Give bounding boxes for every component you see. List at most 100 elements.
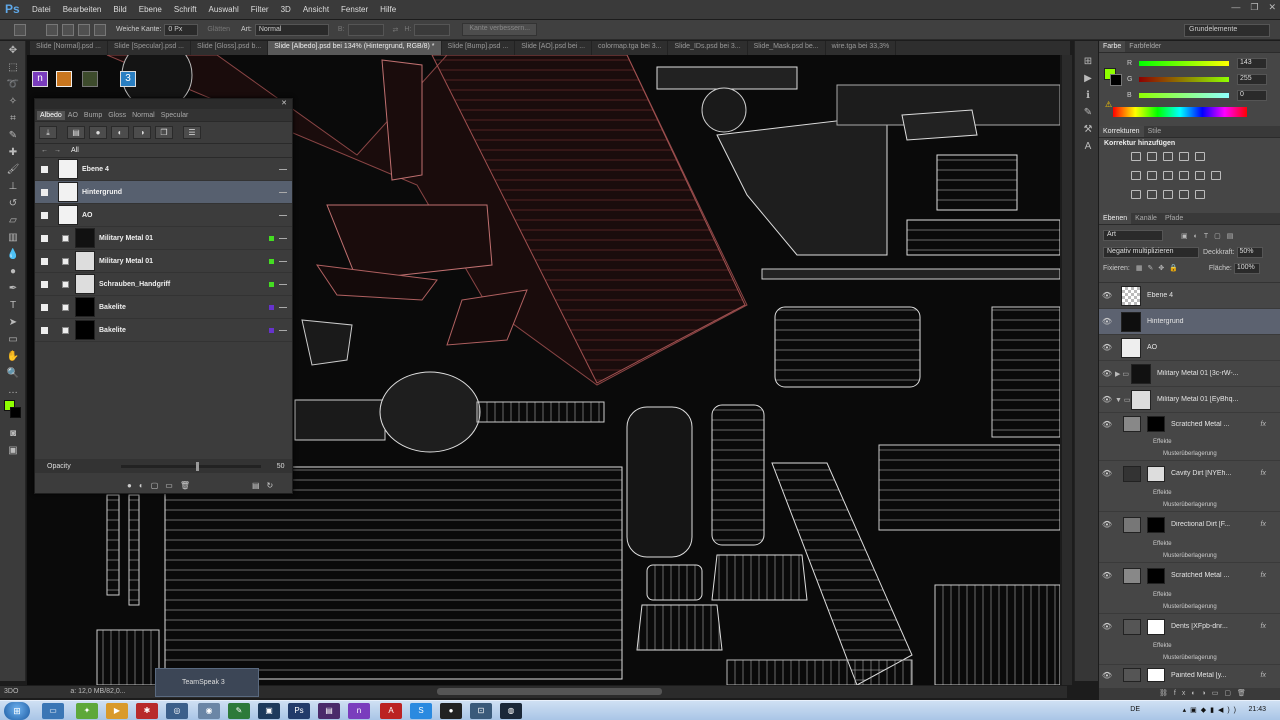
more-tools-icon[interactable]: … <box>5 384 21 398</box>
green-gradient[interactable] <box>1139 76 1229 82</box>
layer-fill-input[interactable]: 100% <box>1233 262 1260 274</box>
actions-icon[interactable]: ▶ <box>1080 72 1096 86</box>
menu-bearbeiten[interactable]: Bearbeiten <box>63 5 102 14</box>
tab-pfade[interactable]: Pfade <box>1161 213 1187 224</box>
intersect-selection-icon[interactable] <box>94 23 106 36</box>
tab-specular[interactable]: Slide [Specular].psd ... <box>108 41 192 55</box>
workspace-select[interactable]: Grundelemente <box>1184 24 1270 37</box>
layer-lock-checkbox[interactable] <box>62 234 69 242</box>
red-slider[interactable]: R 143 <box>1119 55 1267 71</box>
tab-ids[interactable]: Slide_IDs.psd bei 3... <box>668 41 748 55</box>
color-spectrum-bar[interactable] <box>1113 107 1247 117</box>
pen-tool-icon[interactable]: ✒ <box>5 282 21 296</box>
tab-gloss[interactable]: Slide [Gloss].psd b... <box>191 41 269 55</box>
texture-layer-row[interactable]: Military Metal 01 <box>35 227 292 250</box>
path-select-icon[interactable]: ➤ <box>5 316 21 330</box>
tab-bump-set[interactable]: Bump <box>81 111 105 120</box>
menu-ebene[interactable]: Ebene <box>139 5 162 14</box>
brightness-icon[interactable] <box>1131 152 1141 161</box>
black-white-icon[interactable] <box>1163 171 1173 180</box>
taskbar-app-icon[interactable]: A <box>380 703 402 719</box>
fx-icon[interactable]: fx <box>1261 521 1266 528</box>
close-button[interactable]: ✕ <box>1268 2 1276 13</box>
taskbar-teamspeak-icon[interactable]: ◉ <box>198 703 220 719</box>
layer-filter-icons[interactable]: ▣◐T▢▤ <box>1181 232 1239 240</box>
layer-visibility-checkbox[interactable] <box>41 234 48 242</box>
layer-options-icon[interactable] <box>279 192 287 193</box>
texture-layer-row[interactable]: Hintergrund <box>35 181 292 204</box>
tab-kanaele[interactable]: Kanäle <box>1131 213 1161 224</box>
opacity-slider-handle[interactable] <box>195 461 199 471</box>
blue-slider[interactable]: B 0 <box>1119 87 1267 103</box>
taskbar-red-app-icon[interactable]: ✱ <box>136 703 158 719</box>
language-indicator[interactable]: DE <box>1130 706 1140 713</box>
lasso-tool-icon[interactable]: ➰ <box>5 78 21 92</box>
tab-normal[interactable]: Slide [Normal].psd ... <box>30 41 108 55</box>
layer-lock-checkbox[interactable] <box>62 326 69 334</box>
marquee-tool-icon[interactable]: ⬚ <box>5 61 21 75</box>
taskbar-green-app-icon[interactable]: ✦ <box>76 703 98 719</box>
pattern-overlay-row[interactable]: Musterüberlagerung <box>1099 499 1280 512</box>
texture-layer-row[interactable]: Bakelite <box>35 296 292 319</box>
red-gradient[interactable] <box>1139 60 1229 66</box>
app-icon-purple[interactable]: n <box>32 71 48 87</box>
taskbar-steam-client-icon[interactable]: ◍ <box>500 703 522 719</box>
panel-close-icon[interactable]: ✕ <box>35 99 292 109</box>
eye-icon[interactable]: 👁 <box>1099 571 1115 580</box>
layer-row[interactable]: 👁 Directional Dirt [F... fx <box>1099 512 1280 537</box>
tab-stile[interactable]: Stile <box>1144 126 1166 137</box>
refine-edge-button[interactable]: Kante verbessern... <box>462 23 538 36</box>
vertical-scrollbar[interactable] <box>1062 55 1072 685</box>
effects-row[interactable]: Effekte <box>1099 588 1280 601</box>
layer-visibility-checkbox[interactable] <box>41 165 48 173</box>
background-color-swatch[interactable] <box>10 407 21 418</box>
shape-tool-icon[interactable]: ▭ <box>5 333 21 347</box>
panel-menu-icon[interactable]: ☰ <box>183 126 201 139</box>
taskbar-app-icon[interactable]: ● <box>440 703 462 719</box>
layer-visibility-checkbox[interactable] <box>41 211 48 219</box>
fx-icon[interactable]: fx <box>1261 572 1266 579</box>
layer-options-icon[interactable] <box>279 284 287 285</box>
eye-icon[interactable]: 👁 <box>1099 317 1115 326</box>
tab-wire[interactable]: wire.tga bei 33,3% <box>826 41 897 55</box>
exposure-icon[interactable] <box>1179 152 1189 161</box>
pattern-overlay-row[interactable]: Musterüberlagerung <box>1099 652 1280 665</box>
settings-icon[interactable]: ▤ <box>252 481 260 490</box>
eye-icon[interactable]: 👁 <box>1099 291 1115 300</box>
hand-tool-icon[interactable]: ✋ <box>5 350 21 364</box>
layer-row[interactable]: 👁 Scratched Metal ... fx <box>1099 563 1280 588</box>
layer-visibility-checkbox[interactable] <box>41 326 48 334</box>
layer-filter-select[interactable]: Art <box>1103 230 1163 241</box>
tab-ao[interactable]: Slide [AO].psd bei ... <box>515 41 593 55</box>
menu-ansicht[interactable]: Ansicht <box>303 5 329 14</box>
pattern-overlay-row[interactable]: Musterüberlagerung <box>1099 550 1280 563</box>
taskbar-photoshop-icon[interactable]: Ps <box>288 703 310 719</box>
hue-saturation-icon[interactable] <box>1131 171 1141 180</box>
dodge-tool-icon[interactable]: ● <box>5 265 21 279</box>
texture-layer-row[interactable]: AO <box>35 204 292 227</box>
eye-icon[interactable]: 👁 <box>1099 520 1115 529</box>
tab-colormap[interactable]: colormap.tga bei 3... <box>592 41 669 55</box>
invert-icon[interactable] <box>1131 190 1141 199</box>
channel-mixer-icon[interactable] <box>1195 171 1205 180</box>
posterize-icon[interactable] <box>1147 190 1157 199</box>
width-input[interactable] <box>347 23 384 36</box>
history-icon[interactable]: ⊞ <box>1080 55 1096 69</box>
magic-wand-icon[interactable]: ✧ <box>5 95 21 109</box>
maximize-button[interactable]: ❐ <box>1250 2 1258 13</box>
blue-gradient[interactable] <box>1139 92 1229 98</box>
pattern-overlay-row[interactable]: Musterüberlagerung <box>1099 601 1280 614</box>
zoom-tool-icon[interactable]: 🔍 <box>5 367 21 381</box>
screen-mode-icon[interactable]: ▣ <box>5 444 21 458</box>
texture-layer-row[interactable]: Bakelite <box>35 319 292 342</box>
breadcrumb-all[interactable]: All <box>71 147 79 154</box>
clone-source-icon[interactable]: ⚒ <box>1080 123 1096 137</box>
layer-options-icon[interactable] <box>279 261 287 262</box>
lock-icons[interactable]: ▦✎✥🔒 <box>1136 264 1183 272</box>
character-icon[interactable]: A <box>1080 140 1096 154</box>
fx-icon[interactable]: fx <box>1261 470 1266 477</box>
history-brush-icon[interactable]: ↺ <box>5 197 21 211</box>
feather-input[interactable]: 0 Px <box>164 23 199 36</box>
forward-arrow-icon[interactable]: → <box>54 147 61 154</box>
color-balance-icon[interactable] <box>1147 171 1157 180</box>
